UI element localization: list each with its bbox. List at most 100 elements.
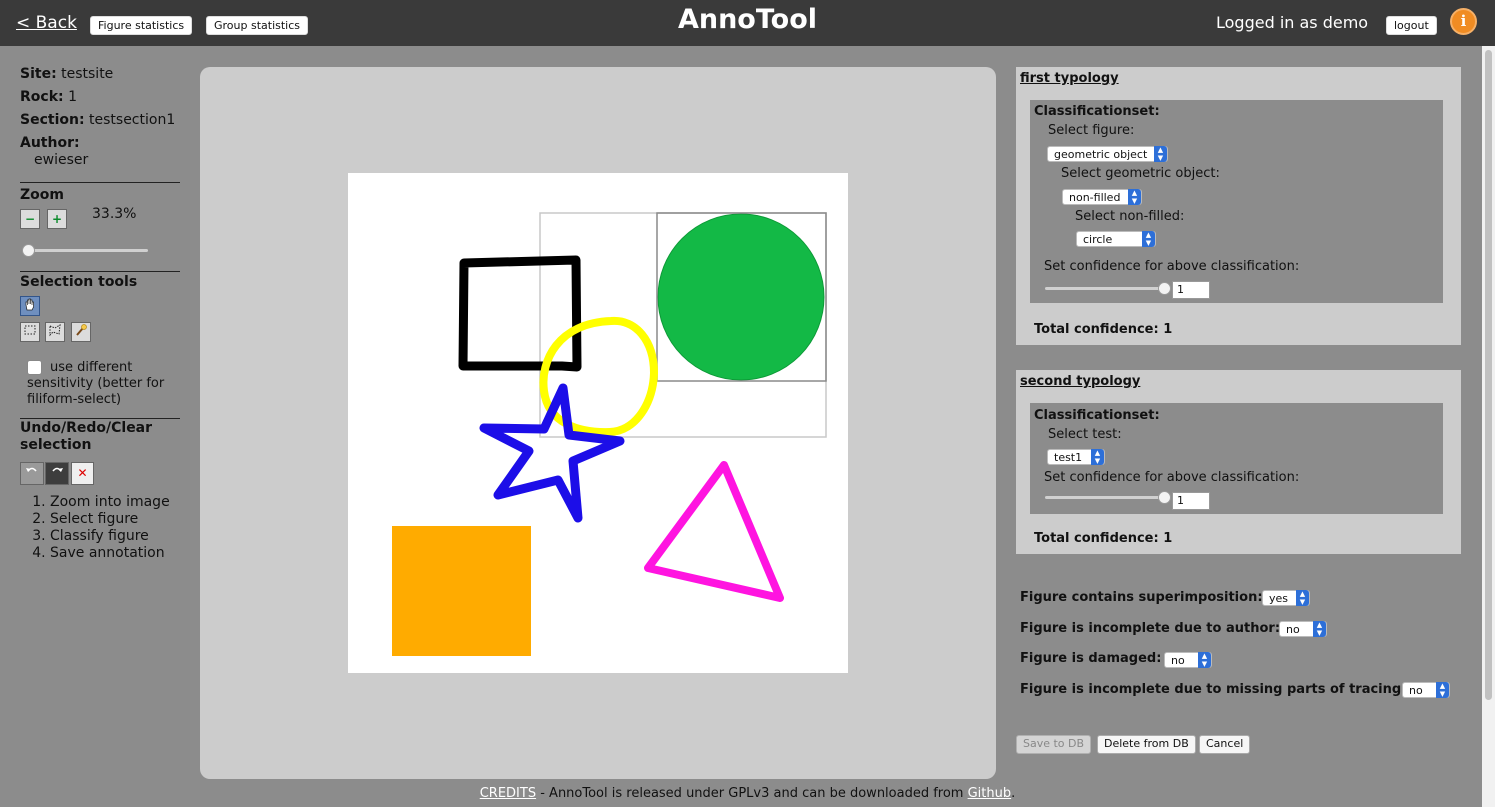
incomplete-author-value: no xyxy=(1286,623,1300,636)
rock-label: Rock: xyxy=(20,89,64,105)
step-item: Classify figure xyxy=(50,528,180,545)
chevron-updown-icon: ▲ ▼ xyxy=(1154,146,1167,162)
zoom-controls: − + 33.3% xyxy=(20,203,180,265)
zoom-slider-handle[interactable] xyxy=(22,244,35,257)
credits-link[interactable]: CREDITS xyxy=(480,786,536,801)
select-geometric-object-value: non-filled xyxy=(1069,191,1121,204)
rock-value: 1 xyxy=(68,89,77,105)
chevron-updown-icon: ▲ ▼ xyxy=(1296,590,1309,606)
missing-parts-value: no xyxy=(1409,684,1423,697)
undo-redo-heading: Undo/Redo/Clear selection xyxy=(20,418,180,454)
select-test-dropdown[interactable]: test1 ▲ ▼ xyxy=(1047,449,1105,465)
undo-icon[interactable] xyxy=(20,462,44,485)
rectangle-select-icon[interactable] xyxy=(20,322,40,342)
chevron-updown-icon: ▲ ▼ xyxy=(1091,449,1104,465)
magic-wand-icon[interactable] xyxy=(71,322,91,342)
superimposition-select[interactable]: yes ▲ ▼ xyxy=(1262,590,1310,606)
sensitivity-label: use different sensitivity (better for fi… xyxy=(27,360,165,407)
scrollbar-thumb[interactable] xyxy=(1485,50,1492,700)
footer-text: - AnnoTool is released under GPLv3 and c… xyxy=(536,786,968,801)
select-non-filled-dropdown[interactable]: circle ▲ ▼ xyxy=(1076,231,1156,247)
zoom-out-button[interactable]: − xyxy=(20,209,40,229)
section-label: Section: xyxy=(20,112,85,128)
select-figure-label: Select figure: xyxy=(1048,123,1135,138)
first-typology-title[interactable]: first typology xyxy=(1020,71,1119,86)
chevron-updown-icon: ▲ ▼ xyxy=(1198,652,1211,668)
classificationset-label: Classificationset: xyxy=(1034,104,1160,119)
step-item: Select figure xyxy=(50,511,180,528)
author-value: ewieser xyxy=(34,152,89,168)
second-typology-title[interactable]: second typology xyxy=(1020,374,1140,389)
zoom-heading: Zoom xyxy=(20,182,180,203)
missing-parts-select[interactable]: no ▲ ▼ xyxy=(1402,682,1450,698)
orange-square-shape xyxy=(392,526,531,656)
select-non-filled-value: circle xyxy=(1083,233,1113,246)
site-label: Site: xyxy=(20,66,57,82)
author-label: Author: xyxy=(20,135,80,151)
pan-hand-icon[interactable] xyxy=(20,296,40,316)
site-line: Site: testsite xyxy=(20,66,180,82)
zoom-value: 33.3% xyxy=(92,206,137,222)
section-value: testsection1 xyxy=(89,112,176,128)
lasso-select-icon[interactable] xyxy=(45,322,65,342)
select-test-label: Select test: xyxy=(1048,427,1122,442)
select-test-value: test1 xyxy=(1054,451,1083,464)
chevron-updown-icon: ▲ ▼ xyxy=(1436,682,1449,698)
confidence-input[interactable]: 1 xyxy=(1172,492,1210,510)
delete-from-db-button[interactable]: Delete from DB xyxy=(1097,735,1196,754)
author-line: Author: ewieser xyxy=(20,135,180,168)
undo-redo-controls: ✕ xyxy=(20,454,180,494)
confidence-label: Set confidence for above classification: xyxy=(1044,470,1300,485)
total-confidence: Total confidence: 1 xyxy=(1034,531,1173,546)
select-figure-value: geometric object xyxy=(1054,148,1148,161)
zoom-in-button[interactable]: + xyxy=(47,209,67,229)
logged-in-text: Logged in as demo xyxy=(1216,13,1369,32)
page-scrollbar[interactable] xyxy=(1482,46,1495,807)
damaged-value: no xyxy=(1171,654,1185,667)
superimposition-value: yes xyxy=(1269,592,1289,605)
select-geometric-object-dropdown[interactable]: non-filled ▲ ▼ xyxy=(1062,189,1142,205)
select-figure-dropdown[interactable]: geometric object ▲ ▼ xyxy=(1047,146,1168,162)
zoom-slider-track[interactable] xyxy=(22,249,148,252)
save-to-db-button[interactable]: Save to DB xyxy=(1016,735,1092,754)
classificationset-label: Classificationset: xyxy=(1034,408,1160,423)
step-item: Save annotation xyxy=(50,545,180,562)
step-item: Zoom into image xyxy=(50,494,180,511)
total-confidence: Total confidence: 1 xyxy=(1034,322,1173,337)
superimposition-question: Figure contains superimposition: xyxy=(1020,590,1263,605)
selection-tools xyxy=(20,290,180,350)
select-geometric-object-label: Select geometric object: xyxy=(1061,166,1220,181)
sensitivity-option: use different sensitivity (better for fi… xyxy=(27,360,180,418)
confidence-slider-track[interactable] xyxy=(1045,496,1170,499)
chevron-updown-icon: ▲ ▼ xyxy=(1313,621,1326,637)
damaged-select[interactable]: no ▲ ▼ xyxy=(1164,652,1212,668)
select-non-filled-label: Select non-filled: xyxy=(1075,209,1185,224)
chevron-updown-icon: ▲ ▼ xyxy=(1142,231,1155,247)
classification-set: Classificationset: Select test: test1 ▲ ▼ … xyxy=(1030,403,1443,514)
top-bar: < Back Figure statistics Group statistic… xyxy=(0,0,1495,46)
confidence-slider-track[interactable] xyxy=(1045,287,1170,290)
chevron-updown-icon: ▲ ▼ xyxy=(1128,189,1141,205)
second-typology-panel: second typology Classificationset: Selec… xyxy=(1016,370,1461,554)
sensitivity-checkbox[interactable] xyxy=(27,360,42,375)
selection-tools-heading: Selection tools xyxy=(20,271,180,290)
github-link[interactable]: Github xyxy=(968,786,1012,801)
sidebar: Site: testsite Rock: 1 Section: testsect… xyxy=(20,66,180,562)
green-circle-shape xyxy=(657,213,825,381)
redo-icon[interactable] xyxy=(45,462,69,485)
damaged-question: Figure is damaged: xyxy=(1020,651,1162,666)
incomplete-author-select[interactable]: no ▲ ▼ xyxy=(1279,621,1327,637)
confidence-slider-handle[interactable] xyxy=(1158,282,1171,295)
info-icon[interactable]: i xyxy=(1450,8,1477,35)
classification-set: Classificationset: Select figure: geomet… xyxy=(1030,100,1443,303)
clear-selection-icon[interactable]: ✕ xyxy=(71,462,94,485)
cancel-button[interactable]: Cancel xyxy=(1199,735,1251,754)
confidence-label: Set confidence for above classification: xyxy=(1044,259,1300,274)
missing-parts-question: Figure is incomplete due to missing part… xyxy=(1020,682,1407,697)
section-line: Section: testsection1 xyxy=(20,112,180,128)
confidence-input[interactable]: 1 xyxy=(1172,281,1210,299)
logout-button[interactable]: logout xyxy=(1386,16,1437,35)
steps-list: Zoom into image Select figure Classify f… xyxy=(20,494,180,562)
confidence-slider-handle[interactable] xyxy=(1158,491,1171,504)
figure-image[interactable] xyxy=(348,173,848,673)
